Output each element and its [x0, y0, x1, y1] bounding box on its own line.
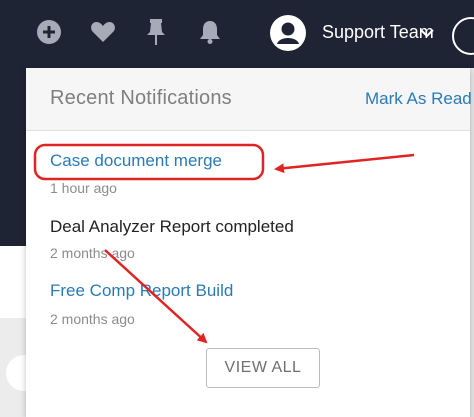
- pin-icon[interactable]: [141, 17, 171, 47]
- notification-text[interactable]: Deal Analyzer Report completed: [50, 217, 294, 237]
- mark-as-read-link[interactable]: Mark As Read: [365, 89, 472, 109]
- dropdown-header: Recent Notifications Mark As Read: [26, 68, 472, 131]
- view-all-button[interactable]: VIEW ALL: [206, 348, 320, 388]
- notification-time: 2 months ago: [50, 245, 135, 261]
- bell-icon[interactable]: [195, 17, 225, 47]
- notifications-dropdown: Recent Notifications Mark As Read Case d…: [26, 68, 472, 417]
- chevron-down-icon[interactable]: [418, 24, 436, 42]
- heart-icon[interactable]: [88, 17, 118, 47]
- dropdown-title: Recent Notifications: [50, 87, 232, 109]
- notification-link[interactable]: Case document merge: [50, 151, 222, 171]
- notification-time: 2 months ago: [50, 311, 135, 327]
- add-circle-icon[interactable]: [34, 17, 64, 47]
- user-avatar-icon[interactable]: [270, 15, 306, 51]
- user-menu-name[interactable]: Support Team: [322, 20, 434, 44]
- notification-time: 1 hour ago: [50, 180, 117, 196]
- notification-link[interactable]: Free Comp Report Build: [50, 281, 233, 301]
- scrollbar-track[interactable]: [470, 68, 474, 417]
- background-dark-area: [0, 68, 26, 246]
